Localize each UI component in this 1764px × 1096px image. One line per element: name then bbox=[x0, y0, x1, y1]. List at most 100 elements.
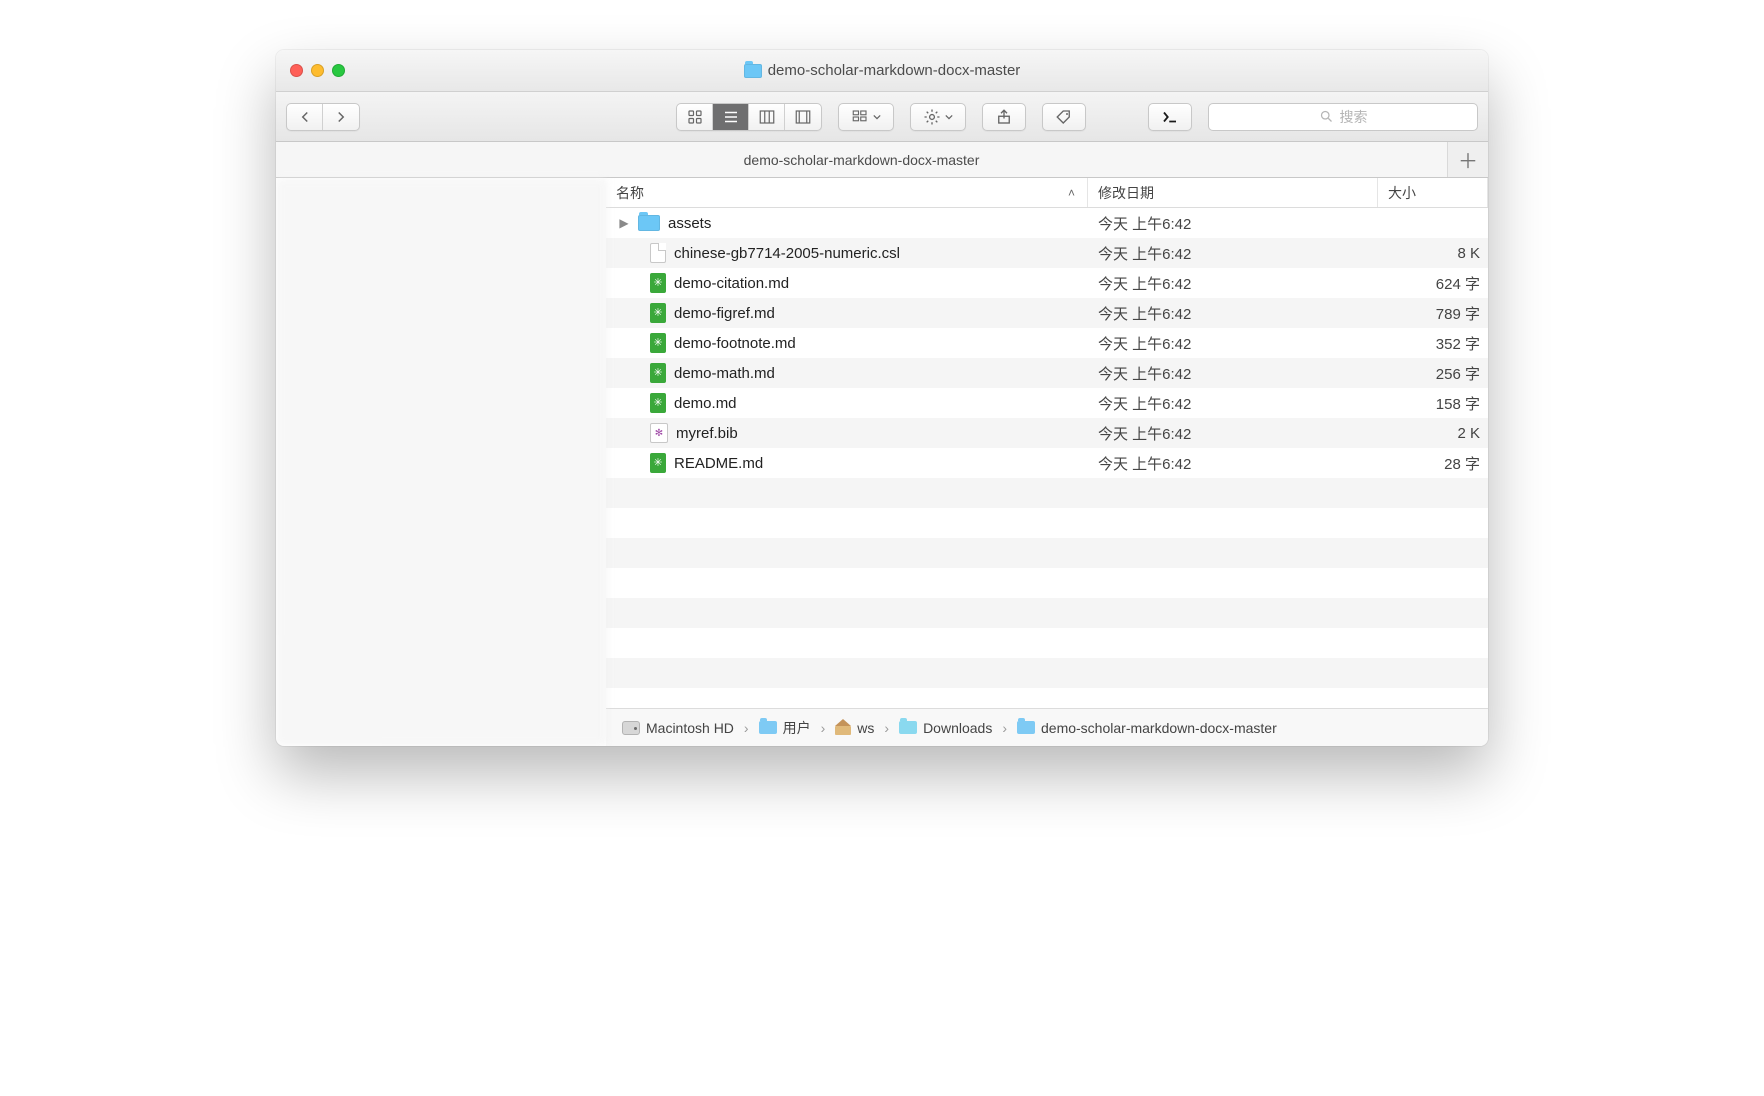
view-list-button[interactable] bbox=[713, 104, 749, 130]
file-row[interactable]: demo-figref.md今天 上午6:42789 字 bbox=[606, 298, 1488, 328]
path-seg-home[interactable]: ws bbox=[835, 720, 874, 736]
path-seg-current[interactable]: demo-scholar-markdown-docx-master bbox=[1017, 720, 1277, 736]
chevron-right-icon: › bbox=[740, 720, 753, 736]
traffic-lights bbox=[290, 64, 345, 77]
view-column-button[interactable] bbox=[749, 104, 785, 130]
empty-row bbox=[606, 628, 1488, 658]
column-size-label: 大小 bbox=[1388, 183, 1416, 203]
file-date-cell: 今天 上午6:42 bbox=[1088, 453, 1378, 474]
titlebar: demo-scholar-markdown-docx-master bbox=[276, 50, 1488, 92]
window-title-text: demo-scholar-markdown-docx-master bbox=[768, 62, 1021, 79]
new-tab-button[interactable]: ＋ bbox=[1448, 142, 1488, 177]
chevron-right-icon: › bbox=[998, 720, 1011, 736]
folder-icon bbox=[899, 721, 917, 734]
file-name-cell: demo-math.md bbox=[606, 363, 1088, 383]
path-seg-disk[interactable]: Macintosh HD bbox=[622, 720, 734, 736]
share-button[interactable] bbox=[982, 103, 1026, 131]
file-size-cell: 624 字 bbox=[1378, 273, 1488, 294]
gear-icon bbox=[923, 108, 941, 126]
columns-icon bbox=[758, 108, 776, 126]
disk-icon bbox=[622, 721, 640, 735]
file-row[interactable]: demo-math.md今天 上午6:42256 字 bbox=[606, 358, 1488, 388]
file-size-cell: 2 K bbox=[1378, 425, 1488, 442]
md-icon bbox=[650, 393, 666, 413]
file-name-label: demo-citation.md bbox=[674, 275, 789, 292]
close-button[interactable] bbox=[290, 64, 303, 77]
column-name-label: 名称 bbox=[616, 183, 644, 203]
action-button[interactable] bbox=[910, 103, 966, 131]
md-icon bbox=[650, 303, 666, 323]
sidebar[interactable] bbox=[276, 178, 606, 746]
zoom-button[interactable] bbox=[332, 64, 345, 77]
file-name-cell: myref.bib bbox=[606, 423, 1088, 443]
file-size-cell: 256 字 bbox=[1378, 363, 1488, 384]
file-name-label: chinese-gb7714-2005-numeric.csl bbox=[674, 245, 900, 262]
bib-icon bbox=[650, 423, 668, 443]
file-list-pane: 名称 ˄ 修改日期 大小 ▶assets今天 上午6:42chinese-gb7… bbox=[606, 178, 1488, 746]
file-name-cell: demo-footnote.md bbox=[606, 333, 1088, 353]
view-icon-button[interactable] bbox=[677, 104, 713, 130]
empty-row bbox=[606, 658, 1488, 688]
file-row[interactable]: demo.md今天 上午6:42158 字 bbox=[606, 388, 1488, 418]
terminal-icon bbox=[1161, 108, 1179, 126]
search-input[interactable]: 搜索 bbox=[1208, 103, 1478, 131]
file-name-label: demo-figref.md bbox=[674, 305, 775, 322]
column-date-label: 修改日期 bbox=[1098, 183, 1154, 203]
window-title: demo-scholar-markdown-docx-master bbox=[276, 62, 1488, 79]
tags-button[interactable] bbox=[1042, 103, 1086, 131]
tab-label: demo-scholar-markdown-docx-master bbox=[744, 152, 980, 168]
back-button[interactable] bbox=[287, 104, 323, 130]
file-row[interactable]: myref.bib今天 上午6:422 K bbox=[606, 418, 1488, 448]
file-size-cell: 28 字 bbox=[1378, 453, 1488, 474]
search-placeholder: 搜索 bbox=[1340, 107, 1368, 127]
path-label: 用户 bbox=[783, 718, 811, 738]
folder-icon bbox=[759, 721, 777, 734]
terminal-button[interactable] bbox=[1148, 103, 1192, 131]
path-seg-downloads[interactable]: Downloads bbox=[899, 720, 992, 736]
chevron-right-icon bbox=[332, 108, 350, 126]
grid-icon bbox=[686, 108, 704, 126]
md-icon bbox=[650, 363, 666, 383]
file-row[interactable]: demo-citation.md 今天 上午6:42624 字 bbox=[606, 268, 1488, 298]
nav-back-forward bbox=[286, 103, 360, 131]
file-name-label: demo-math.md bbox=[674, 365, 775, 382]
toolbar: 搜索 bbox=[276, 92, 1488, 142]
empty-row bbox=[606, 538, 1488, 568]
finder-window: demo-scholar-markdown-docx-master bbox=[276, 50, 1488, 746]
disclosure-triangle-icon[interactable]: ▶ bbox=[618, 216, 630, 230]
file-row[interactable]: ▶assets今天 上午6:42 bbox=[606, 208, 1488, 238]
home-icon bbox=[835, 721, 851, 735]
file-row[interactable]: demo-footnote.md今天 上午6:42352 字 bbox=[606, 328, 1488, 358]
column-header-date[interactable]: 修改日期 bbox=[1088, 178, 1378, 207]
file-rows: ▶assets今天 上午6:42chinese-gb7714-2005-nume… bbox=[606, 208, 1488, 708]
column-header-size[interactable]: 大小 bbox=[1378, 178, 1488, 207]
empty-row bbox=[606, 478, 1488, 508]
file-name-label: assets bbox=[668, 215, 711, 232]
path-label: ws bbox=[857, 720, 874, 736]
file-row[interactable]: README.md 今天 上午6:4228 字 bbox=[606, 448, 1488, 478]
file-name-cell: ▶ assets bbox=[606, 215, 1088, 232]
file-row[interactable]: chinese-gb7714-2005-numeric.csl 今天 上午6:42… bbox=[606, 238, 1488, 268]
file-date-cell: 今天 上午6:42 bbox=[1088, 273, 1378, 294]
content-area: 名称 ˄ 修改日期 大小 ▶assets今天 上午6:42chinese-gb7… bbox=[276, 178, 1488, 746]
file-date-cell: 今天 上午6:42 bbox=[1088, 333, 1378, 354]
path-label: Downloads bbox=[923, 720, 992, 736]
file-name-cell: README.md bbox=[606, 453, 1088, 473]
file-size-cell: 8 K bbox=[1378, 245, 1488, 262]
path-seg-users[interactable]: 用户 bbox=[759, 718, 811, 738]
tab-current[interactable]: demo-scholar-markdown-docx-master bbox=[276, 142, 1448, 177]
doc-icon bbox=[650, 243, 666, 263]
forward-button[interactable] bbox=[323, 104, 359, 130]
file-name-label: README.md bbox=[674, 455, 763, 472]
column-header-name[interactable]: 名称 ˄ bbox=[606, 178, 1088, 207]
path-label: demo-scholar-markdown-docx-master bbox=[1041, 720, 1277, 736]
tab-bar: demo-scholar-markdown-docx-master ＋ bbox=[276, 142, 1488, 178]
empty-row bbox=[606, 508, 1488, 538]
minimize-button[interactable] bbox=[311, 64, 324, 77]
file-date-cell: 今天 上午6:42 bbox=[1088, 243, 1378, 264]
file-name-label: myref.bib bbox=[676, 425, 738, 442]
view-gallery-button[interactable] bbox=[785, 104, 821, 130]
file-size-cell: 158 字 bbox=[1378, 393, 1488, 414]
file-name-cell: demo.md bbox=[606, 393, 1088, 413]
arrange-button[interactable] bbox=[838, 103, 894, 131]
